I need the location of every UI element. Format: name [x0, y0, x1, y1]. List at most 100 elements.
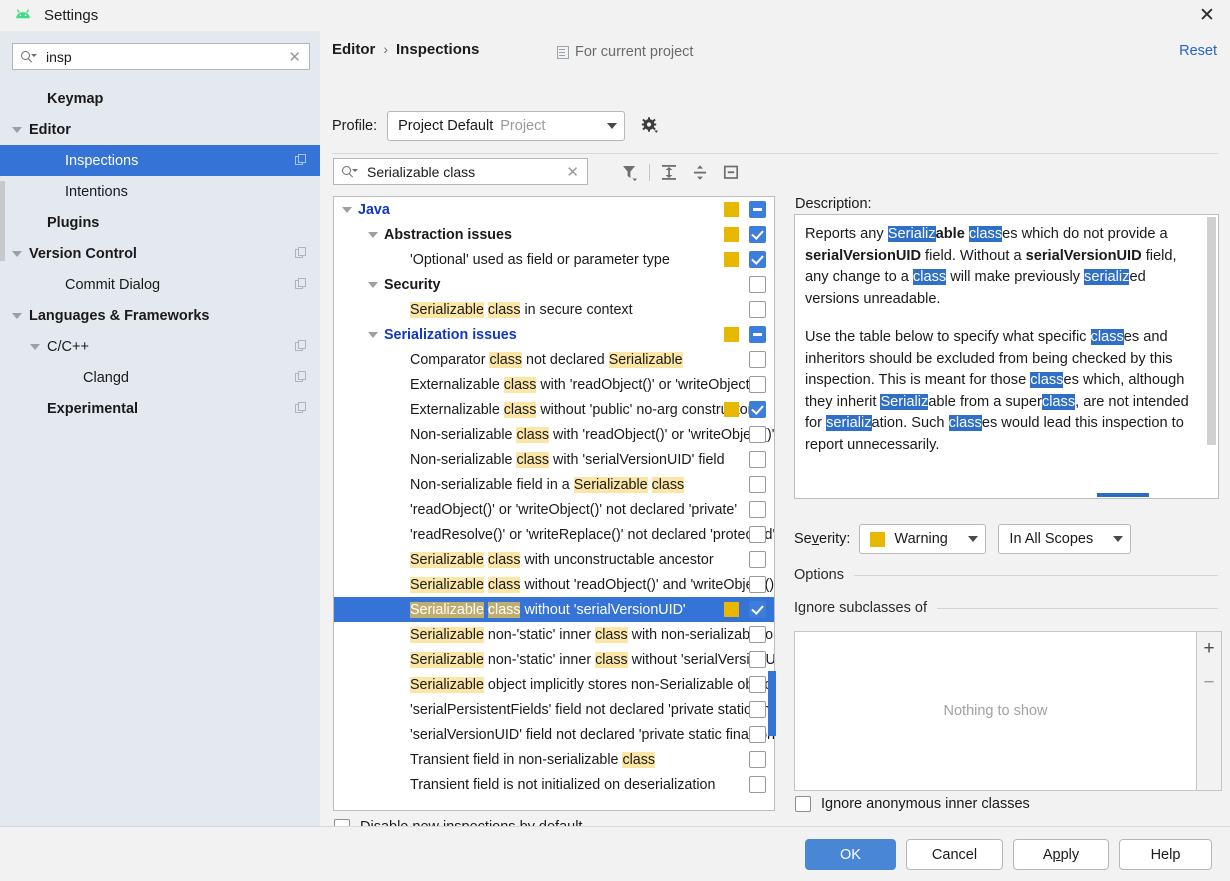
inspection-enabled-checkbox[interactable] [749, 401, 766, 418]
inspection-enabled-checkbox[interactable] [749, 576, 766, 593]
inspection-enabled-checkbox[interactable] [749, 526, 766, 543]
inspection-enabled-checkbox[interactable] [749, 676, 766, 693]
tree-row[interactable]: Non-serializable class with 'serialVersi… [334, 447, 774, 472]
chevron-down-icon[interactable] [30, 343, 40, 350]
tree-row[interactable]: 'Optional' used as field or parameter ty… [334, 247, 774, 272]
inspection-enabled-checkbox[interactable] [749, 776, 766, 793]
settings-search-input[interactable] [44, 47, 287, 66]
sidebar-item-intentions[interactable]: Intentions [0, 176, 320, 207]
inspection-tree[interactable]: Java Abstraction issues 'Optional' used as… [333, 196, 775, 811]
remove-button[interactable]: − [1197, 666, 1221, 700]
inspection-enabled-checkbox[interactable] [749, 376, 766, 393]
tree-row[interactable]: Serializable class without 'serialVersio… [334, 597, 774, 622]
inspection-enabled-checkbox[interactable] [749, 601, 766, 618]
clear-search-icon[interactable]: ✕ [286, 48, 303, 66]
inspection-search-box[interactable]: ✕ [333, 158, 588, 185]
ok-button[interactable]: OK [805, 839, 896, 870]
sidebar-item-editor[interactable]: Editor [0, 114, 320, 145]
chevron-down-icon[interactable] [342, 206, 352, 213]
inspection-enabled-checkbox[interactable] [749, 651, 766, 668]
tree-row[interactable]: Serializable non-'static' inner class wi… [334, 622, 774, 647]
tree-row[interactable]: Serializable object implicitly stores no… [334, 672, 774, 697]
inspection-enabled-checkbox[interactable] [749, 751, 766, 768]
ignore-anonymous-checkbox[interactable] [795, 796, 811, 812]
inspection-enabled-checkbox[interactable] [749, 351, 766, 368]
chevron-down-icon[interactable] [368, 231, 378, 238]
sidebar-item-commit-dialog[interactable]: Commit Dialog [0, 269, 320, 300]
tree-row[interactable]: Non-serializable class with 'readObject(… [334, 422, 774, 447]
sidebar-item-c-c[interactable]: C/C++ [0, 331, 320, 362]
ignore-subclasses-list[interactable]: Nothing to show [794, 631, 1197, 791]
tree-row[interactable]: Serializable class in secure context [334, 297, 774, 322]
tree-row[interactable]: Transient field is not initialized on de… [334, 772, 774, 797]
tree-row[interactable]: 'readResolve()' or 'writeReplace()' not … [334, 522, 774, 547]
collapse-all-icon[interactable] [687, 159, 713, 185]
cancel-button[interactable]: Cancel [906, 839, 1003, 870]
inspection-enabled-checkbox[interactable] [749, 476, 766, 493]
tree-row[interactable]: Non-serializable field in a Serializable… [334, 472, 774, 497]
chevron-down-icon[interactable] [12, 126, 22, 133]
apply-button[interactable]: Ap ply [1013, 839, 1109, 870]
sidebar-item-plugins[interactable]: Plugins [0, 207, 320, 238]
close-icon[interactable]: ✕ [1184, 0, 1230, 31]
breadcrumb-parent[interactable]: Editor [332, 41, 375, 58]
chevron-down-icon[interactable] [368, 281, 378, 288]
tree-row[interactable]: 'serialPersistentFields' field not decla… [334, 697, 774, 722]
ignore-anonymous-row[interactable]: Ignore anonymous inner classes [795, 796, 1030, 812]
expand-all-icon[interactable] [656, 159, 682, 185]
sidebar-item-languages-frameworks[interactable]: Languages & Frameworks [0, 300, 320, 331]
description-vertical-scrollbar[interactable] [1207, 217, 1216, 445]
tree-row[interactable]: Serializable class with unconstructable … [334, 547, 774, 572]
inspection-enabled-checkbox[interactable] [749, 551, 766, 568]
scope-select[interactable]: In All Scopes [998, 524, 1132, 554]
sidebar-item-experimental[interactable]: Experimental [0, 393, 320, 424]
tree-row[interactable]: Security [334, 272, 774, 297]
profile-select[interactable]: Project Default Project [387, 111, 626, 141]
tree-scrollbar[interactable] [768, 671, 776, 736]
search-match-highlight: class [487, 551, 521, 568]
tree-row[interactable]: Serializable class without 'readObject()… [334, 572, 774, 597]
help-button[interactable]: Help [1119, 839, 1212, 870]
inspection-search-input[interactable] [365, 162, 565, 181]
sidebar-item-inspections[interactable]: Inspections [0, 145, 320, 176]
inspection-enabled-checkbox[interactable] [749, 726, 766, 743]
filter-funnel-icon[interactable] [616, 159, 642, 185]
severity-select[interactable]: Warning [859, 524, 987, 554]
inspection-enabled-checkbox[interactable] [749, 251, 766, 268]
tree-row[interactable]: Externalizable class without 'public' no… [334, 397, 774, 422]
chevron-down-icon[interactable] [12, 250, 22, 257]
sidebar-item-version-control[interactable]: Version Control [0, 238, 320, 269]
tree-row[interactable]: 'readObject()' or 'writeObject()' not de… [334, 497, 774, 522]
tree-row[interactable]: Serialization issues [334, 322, 774, 347]
inspection-enabled-checkbox[interactable] [749, 276, 766, 293]
tree-row[interactable]: 'serialVersionUID' field not declared 'p… [334, 722, 774, 747]
toggle-group-icon[interactable] [718, 159, 744, 185]
sidebar-item-clangd[interactable]: Clangd [0, 362, 320, 393]
clear-inspection-search-icon[interactable]: ✕ [564, 163, 581, 181]
sidebar-scrollbar[interactable] [0, 181, 5, 261]
tree-row[interactable]: Transient field in non-serializable clas… [334, 747, 774, 772]
inspection-enabled-checkbox[interactable] [749, 451, 766, 468]
inspection-enabled-checkbox[interactable] [749, 326, 766, 343]
chevron-down-icon[interactable] [368, 331, 378, 338]
sidebar-search-box[interactable]: ✕ [12, 43, 310, 70]
inspection-enabled-checkbox[interactable] [749, 426, 766, 443]
tree-row[interactable]: Comparator class not declared Serializab… [334, 347, 774, 372]
tree-row[interactable]: Java [334, 197, 774, 222]
inspection-enabled-checkbox[interactable] [749, 501, 766, 518]
sidebar-item-keymap[interactable]: Keymap [0, 83, 320, 114]
chevron-down-icon[interactable] [12, 312, 22, 319]
inspection-enabled-checkbox[interactable] [749, 701, 766, 718]
severity-label: Severity: [794, 531, 851, 547]
description-horizontal-scrollbar[interactable] [1097, 493, 1149, 497]
reset-link[interactable]: Reset [1179, 43, 1217, 59]
gear-icon[interactable] [639, 115, 661, 137]
tree-row[interactable]: Externalizable class with 'readObject()'… [334, 372, 774, 397]
add-button[interactable]: + [1197, 632, 1221, 666]
inspection-enabled-checkbox[interactable] [749, 226, 766, 243]
tree-row[interactable]: Serializable non-'static' inner class wi… [334, 647, 774, 672]
inspection-enabled-checkbox[interactable] [749, 301, 766, 318]
tree-row[interactable]: Abstraction issues [334, 222, 774, 247]
inspection-enabled-checkbox[interactable] [749, 201, 766, 218]
inspection-enabled-checkbox[interactable] [749, 626, 766, 643]
